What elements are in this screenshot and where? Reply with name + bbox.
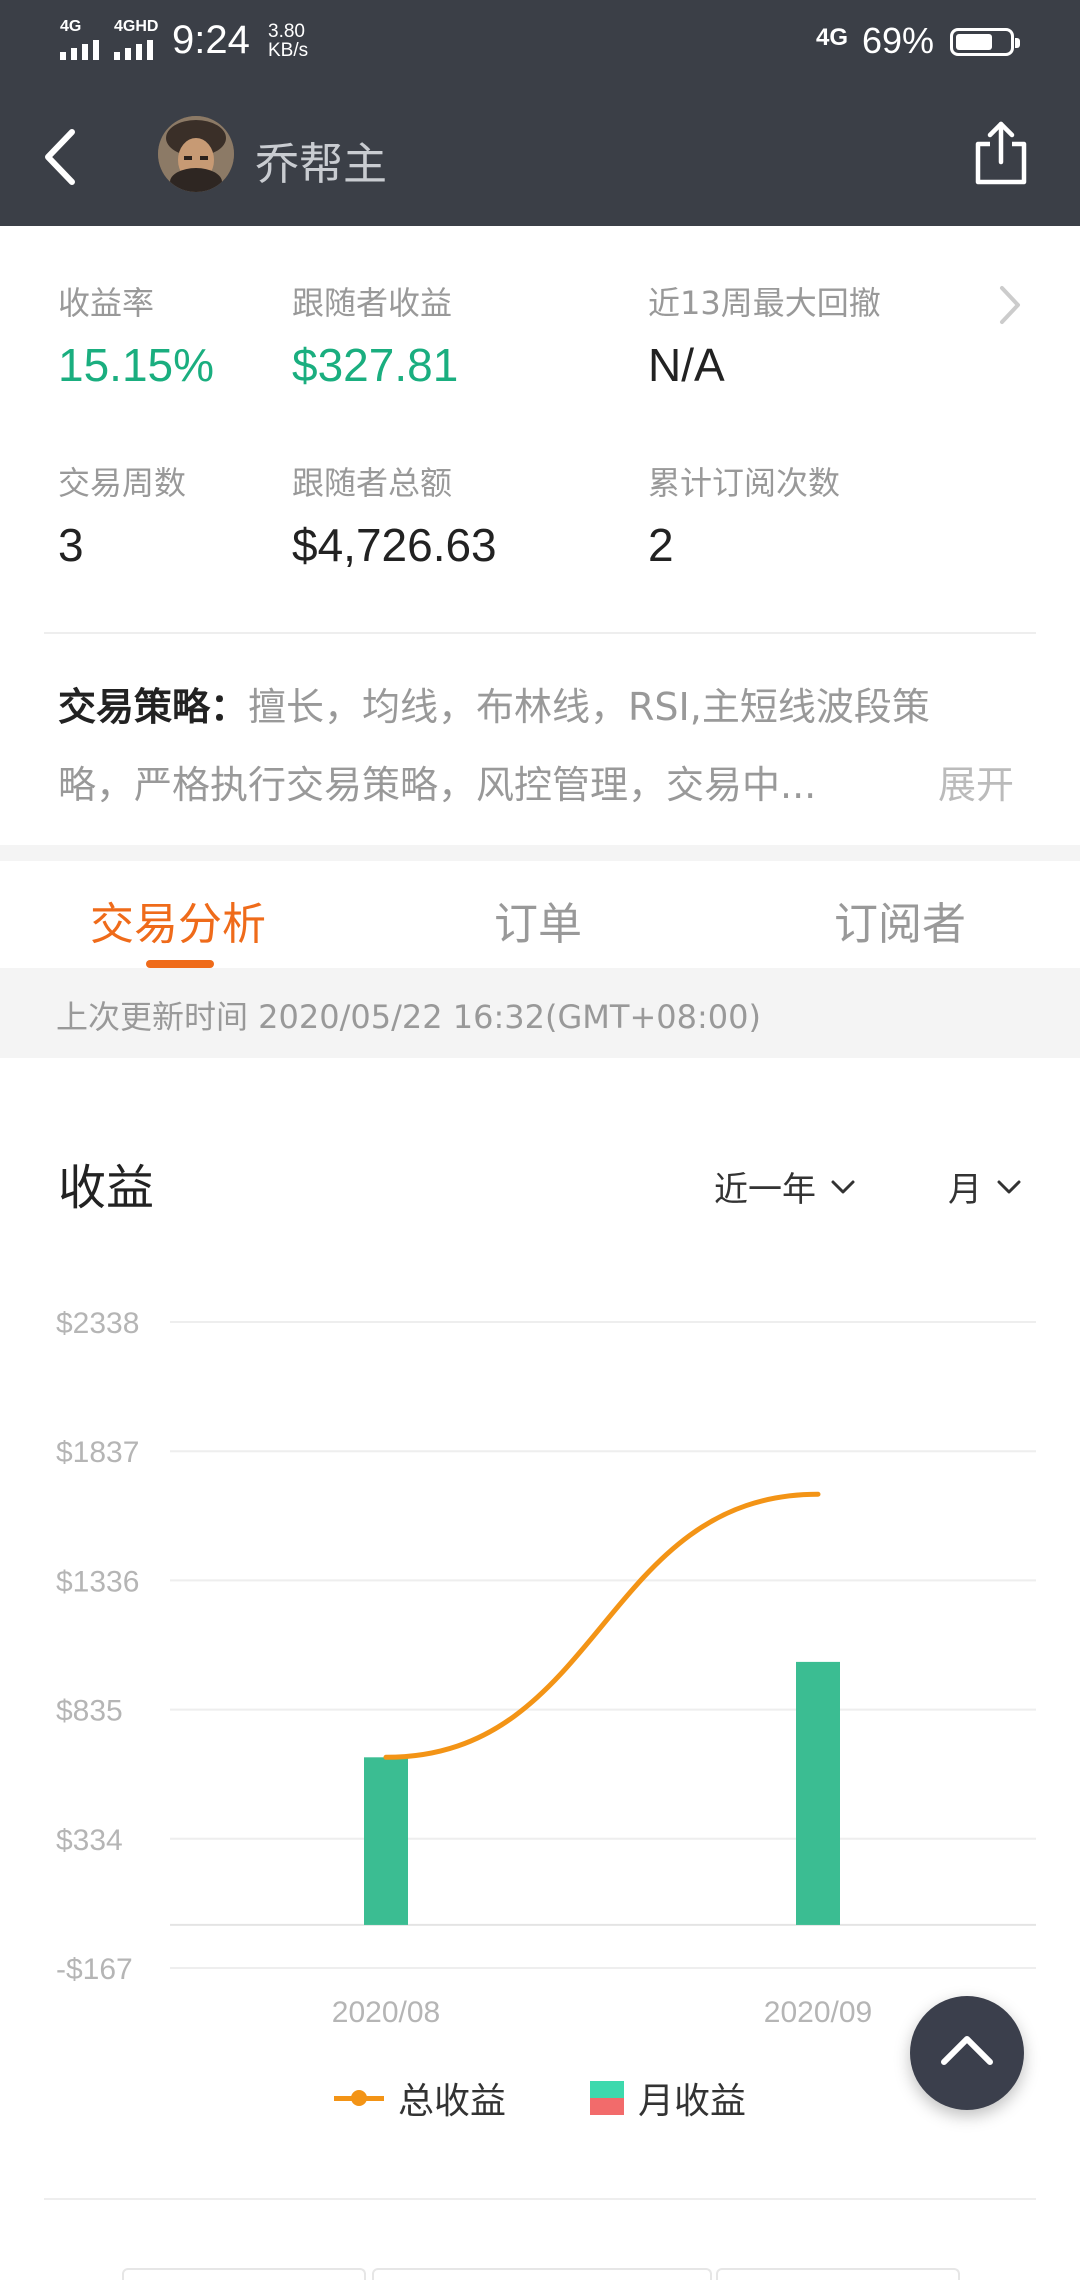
y-tick-label: $1837 — [56, 1436, 139, 1469]
stat-follower-profit: 跟随者收益 $327.81 — [292, 278, 458, 392]
network-speed-value: 3.80 — [268, 21, 305, 42]
y-tick-label: $1336 — [56, 1565, 139, 1598]
legend-item-total-profit[interactable]: 总收益 — [334, 2072, 506, 2124]
signal-bars-icon — [60, 40, 99, 60]
tab-trading-analysis[interactable]: 交易分析 — [90, 888, 266, 952]
chart-section-title: 收益 — [58, 1160, 155, 1216]
chevron-up-icon — [941, 2036, 993, 2065]
stat-follower-total: 跟随者总额 $4,726.63 — [292, 458, 497, 572]
profit-chart: $2338 $1837 $1336 $835 $334 -$167 2020/08 2020/… — [56, 1307, 1036, 2029]
stat-label: 交易周数 — [58, 464, 187, 502]
avatar[interactable] — [158, 116, 234, 192]
x-tick-label: 2020/09 — [764, 1996, 872, 2029]
battery-percent: 69% — [862, 20, 935, 61]
x-tick-label: 2020/08 — [332, 1996, 440, 2029]
stat-label: 近13周最大回撤 — [648, 284, 881, 322]
chevron-down-icon — [997, 1180, 1021, 1193]
divider — [44, 2198, 1036, 2200]
stat-value: $4,726.63 — [292, 519, 497, 571]
share-button[interactable] — [970, 118, 1032, 188]
stat-trading-weeks: 交易周数 3 — [58, 458, 186, 572]
stat-max-drawdown: 近13周最大回撤 N/A — [648, 278, 881, 392]
back-button[interactable] — [36, 122, 86, 192]
network-speed-unit: KB/s — [268, 40, 309, 61]
strategy-text-1: 擅长，均线，布林线，RSI,主短线波段策 — [248, 685, 930, 729]
active-tab-indicator — [146, 960, 214, 968]
legend-label: 总收益 — [398, 2081, 507, 2122]
status-bar: 4G 4GHD 9:24 3.80 KB/s 4G 69% — [0, 0, 1080, 84]
bar-2020/08 — [364, 1757, 408, 1925]
signal-bars-icon — [114, 40, 153, 60]
strategy-line-1: 交易策略：擅长，均线，布林线，RSI,主短线波段策 — [58, 668, 1024, 746]
strategy-line-2: 略，严格执行交易策略，风控管理，交易中... — [58, 746, 1024, 824]
legend-swatch-negative — [590, 2098, 624, 2115]
update-time-text: 上次更新时间 2020/05/22 16:32(GMT+08:00) — [56, 998, 761, 1036]
stat-value: N/A — [648, 339, 725, 391]
app-header: 4G 4GHD 9:24 3.80 KB/s 4G 69% 乔帮主 — [0, 0, 1080, 226]
section-gap — [0, 845, 1080, 861]
line-series-total-profit — [383, 1491, 821, 1760]
avatar-image — [158, 116, 234, 192]
expand-link[interactable]: 展开 — [938, 746, 1014, 824]
range-dropdown[interactable]: 近一年 — [714, 1162, 856, 1211]
stat-label: 累计订阅次数 — [648, 464, 841, 502]
legend-bar-swatch — [590, 2081, 624, 2115]
chevron-right-icon — [1000, 286, 1020, 324]
battery-fill — [956, 34, 992, 50]
network-type: 4G — [816, 24, 849, 51]
period-dropdown[interactable]: 月 — [948, 1162, 1022, 1211]
strategy-text-2: 略，严格执行交易策略，风控管理，交易中... — [58, 763, 817, 807]
page: 4G 4GHD 9:24 3.80 KB/s 4G 69% 乔帮主 收益率 15… — [0, 0, 1080, 2280]
tab-orders[interactable]: 订单 — [494, 888, 582, 952]
legend-label: 月收益 — [638, 2081, 747, 2122]
stat-value: 2 — [648, 519, 674, 571]
share-icon — [975, 121, 1027, 185]
divider — [44, 632, 1036, 634]
stat-label: 跟随者总额 — [292, 464, 453, 502]
chevron-left-icon — [45, 129, 75, 185]
y-tick-label: -$167 — [56, 1953, 133, 1986]
strategy-label: 交易策略： — [58, 685, 249, 729]
stat-subscription-count: 累计订阅次数 2 — [648, 458, 840, 572]
bar-2020/09 — [796, 1661, 840, 1925]
legend-swatch-positive — [590, 2081, 624, 2098]
battery-icon — [950, 28, 1020, 56]
stat-value: $327.81 — [292, 339, 459, 391]
y-tick-label: $334 — [56, 1824, 123, 1857]
range-dropdown-label: 近一年 — [714, 1170, 816, 1210]
update-time-bar: 上次更新时间 2020/05/22 16:32(GMT+08:00) — [0, 968, 1080, 1058]
legend-line-swatch — [334, 2088, 384, 2108]
stat-label: 跟随者收益 — [292, 284, 453, 322]
chevron-down-icon — [831, 1180, 855, 1193]
bottom-card[interactable] — [716, 2268, 960, 2280]
strategy-description: 交易策略：擅长，均线，布林线，RSI,主短线波段策 略，严格执行交易策略，风控管… — [58, 668, 1024, 824]
page-title: 乔帮主 — [255, 139, 387, 190]
y-tick-label: $2338 — [56, 1307, 139, 1340]
period-dropdown-label: 月 — [948, 1170, 982, 1210]
network-speed: 3.80 KB/s — [268, 22, 308, 60]
signal-2-label: 4GHD — [114, 18, 159, 35]
scroll-top-button[interactable] — [910, 1996, 1024, 2110]
stat-label: 收益率 — [58, 284, 155, 322]
status-time: 9:24 — [172, 18, 250, 62]
bottom-card[interactable] — [372, 2268, 712, 2280]
legend-item-monthly-profit[interactable]: 月收益 — [590, 2072, 746, 2124]
signal-1-label: 4G — [60, 18, 82, 35]
y-tick-label: $835 — [56, 1695, 123, 1728]
tab-subscribers[interactable]: 订阅者 — [834, 888, 966, 952]
stat-value: 3 — [58, 519, 84, 571]
stat-value: 15.15% — [58, 339, 215, 391]
stat-return-rate: 收益率 15.15% — [58, 278, 214, 392]
bottom-card[interactable] — [122, 2268, 366, 2280]
stats-more-button[interactable] — [994, 280, 1024, 330]
